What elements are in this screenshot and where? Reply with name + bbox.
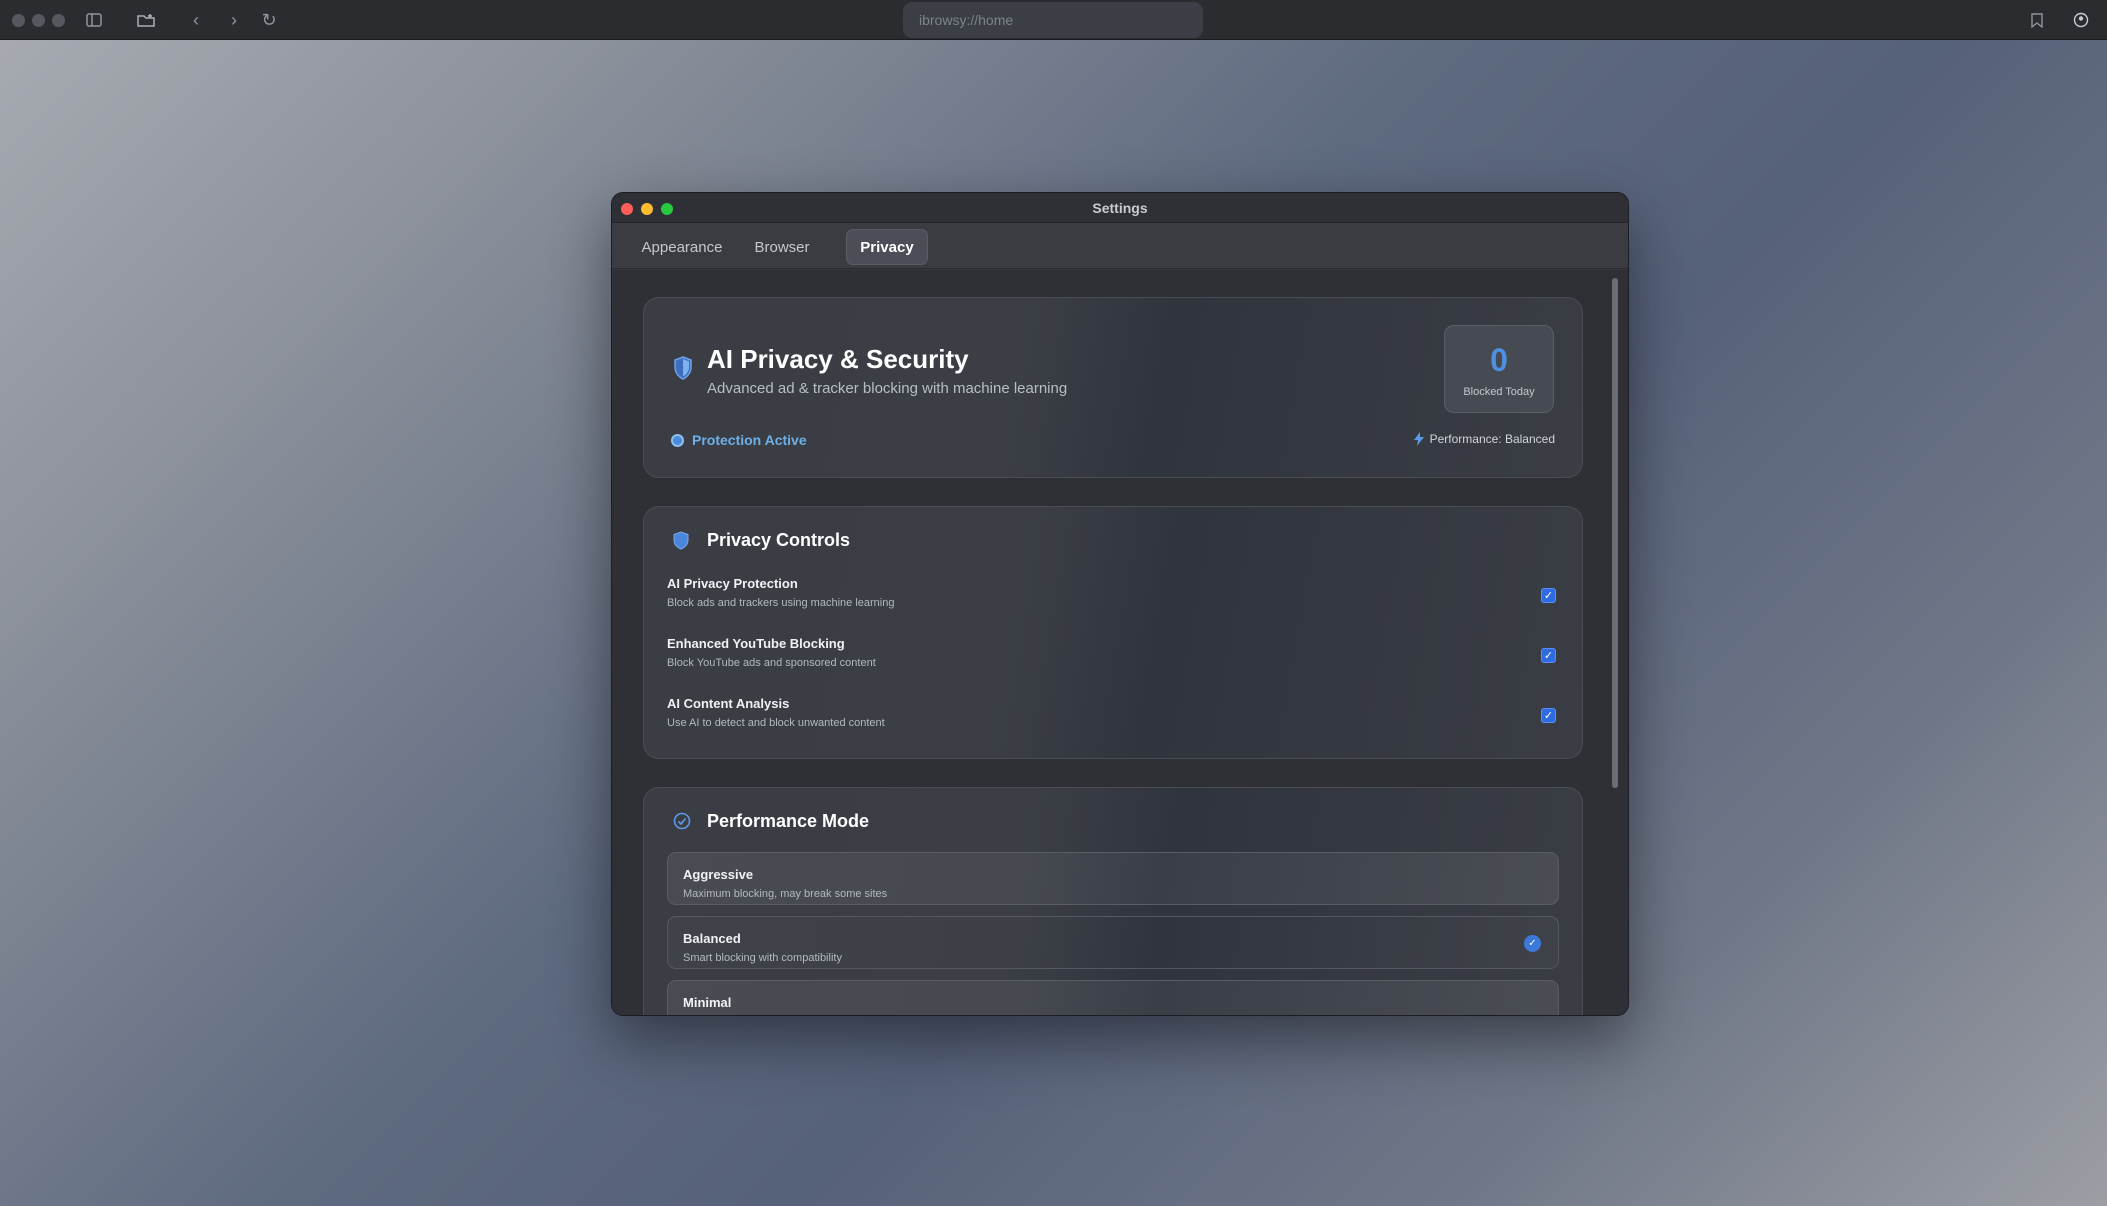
blocked-count: 0 bbox=[1490, 342, 1508, 378]
scrollbar[interactable] bbox=[1612, 272, 1624, 1012]
reload-icon[interactable]: ↻ bbox=[257, 8, 281, 32]
window-titlebar: Settings bbox=[612, 193, 1628, 223]
privacy-title: AI Privacy & Security bbox=[707, 344, 969, 374]
bookmark-icon[interactable] bbox=[2025, 8, 2049, 32]
address-bar[interactable]: ibrowsy://home bbox=[903, 2, 1203, 38]
sidebar-toggle-icon[interactable] bbox=[82, 8, 106, 32]
tab-browser[interactable]: Browser bbox=[742, 229, 822, 265]
ai-privacy-protection-checkbox[interactable]: ✓ bbox=[1541, 588, 1556, 603]
new-tab-folder-icon[interactable] bbox=[134, 8, 158, 32]
tab-appearance[interactable]: Appearance bbox=[637, 229, 727, 265]
address-text: ibrowsy://home bbox=[919, 12, 1014, 28]
tab-privacy[interactable]: Privacy bbox=[846, 229, 928, 265]
window-zoom-dot[interactable] bbox=[52, 14, 65, 27]
window-minimize-dot[interactable] bbox=[32, 14, 45, 27]
option-title: Aggressive bbox=[683, 867, 754, 882]
settings-content: AI Privacy & Security Advanced ad & trac… bbox=[612, 270, 1628, 1015]
option-title: Balanced bbox=[683, 931, 741, 946]
youtube-blocking-label: Enhanced YouTube Blocking bbox=[667, 636, 845, 651]
option-desc: Smart blocking with compatibility bbox=[683, 952, 842, 964]
blocked-label: Blocked Today bbox=[1463, 386, 1535, 398]
blocked-today-stat: 0 Blocked Today bbox=[1444, 325, 1554, 413]
ai-content-analysis-desc: Use AI to detect and block unwanted cont… bbox=[667, 717, 885, 729]
privacy-hero-card: AI Privacy & Security Advanced ad & trac… bbox=[643, 297, 1583, 478]
settings-tabs: Appearance Browser Privacy bbox=[612, 223, 1628, 269]
settings-window: Settings Appearance Browser Privacy AI P… bbox=[611, 192, 1629, 1016]
ai-content-analysis-label: AI Content Analysis bbox=[667, 696, 790, 711]
gauge-icon bbox=[673, 812, 691, 830]
window-close-dot[interactable] bbox=[12, 14, 25, 27]
privacy-controls-title: Privacy Controls bbox=[707, 530, 851, 550]
mode-option-minimal[interactable]: Minimal bbox=[667, 980, 1559, 1015]
privacy-controls-card: Privacy Controls AI Privacy Protection B… bbox=[643, 506, 1583, 759]
shield-icon bbox=[673, 531, 689, 550]
lightning-icon bbox=[1413, 432, 1424, 446]
protection-status-text: Protection Active bbox=[692, 432, 807, 448]
selected-check-icon: ✓ bbox=[1524, 935, 1541, 952]
mode-option-balanced[interactable]: Balanced Smart blocking with compatibili… bbox=[667, 916, 1559, 969]
forward-icon[interactable]: › bbox=[222, 8, 246, 32]
performance-mode-title: Performance Mode bbox=[707, 811, 870, 831]
option-desc: Maximum blocking, may break some sites bbox=[683, 888, 888, 900]
privacy-subtitle: Advanced ad & tracker blocking with mach… bbox=[707, 380, 1068, 397]
youtube-blocking-desc: Block YouTube ads and sponsored content bbox=[667, 657, 876, 669]
status-dot-icon bbox=[671, 433, 684, 447]
shield-icon bbox=[674, 356, 692, 380]
youtube-blocking-checkbox[interactable]: ✓ bbox=[1541, 648, 1556, 663]
scrollbar-thumb[interactable] bbox=[1612, 278, 1618, 788]
performance-status-text: Performance: Balanced bbox=[1429, 432, 1555, 446]
performance-status: Performance: Balanced bbox=[1413, 432, 1555, 446]
option-title: Minimal bbox=[683, 995, 732, 1010]
window-title: Settings bbox=[1092, 200, 1148, 216]
ai-content-analysis-checkbox[interactable]: ✓ bbox=[1541, 708, 1556, 723]
back-icon[interactable]: ‹ bbox=[184, 8, 208, 32]
performance-mode-card: Performance Mode Aggressive Maximum bloc… bbox=[643, 787, 1583, 1015]
mode-option-aggressive[interactable]: Aggressive Maximum blocking, may break s… bbox=[667, 852, 1559, 905]
profile-icon[interactable] bbox=[2069, 8, 2093, 32]
protection-status: Protection Active bbox=[671, 432, 807, 448]
ai-privacy-protection-label: AI Privacy Protection bbox=[667, 576, 798, 591]
ai-privacy-protection-desc: Block ads and trackers using machine lea… bbox=[667, 597, 895, 609]
browser-toolbar: ‹ › ↻ ibrowsy://home bbox=[0, 0, 2107, 40]
